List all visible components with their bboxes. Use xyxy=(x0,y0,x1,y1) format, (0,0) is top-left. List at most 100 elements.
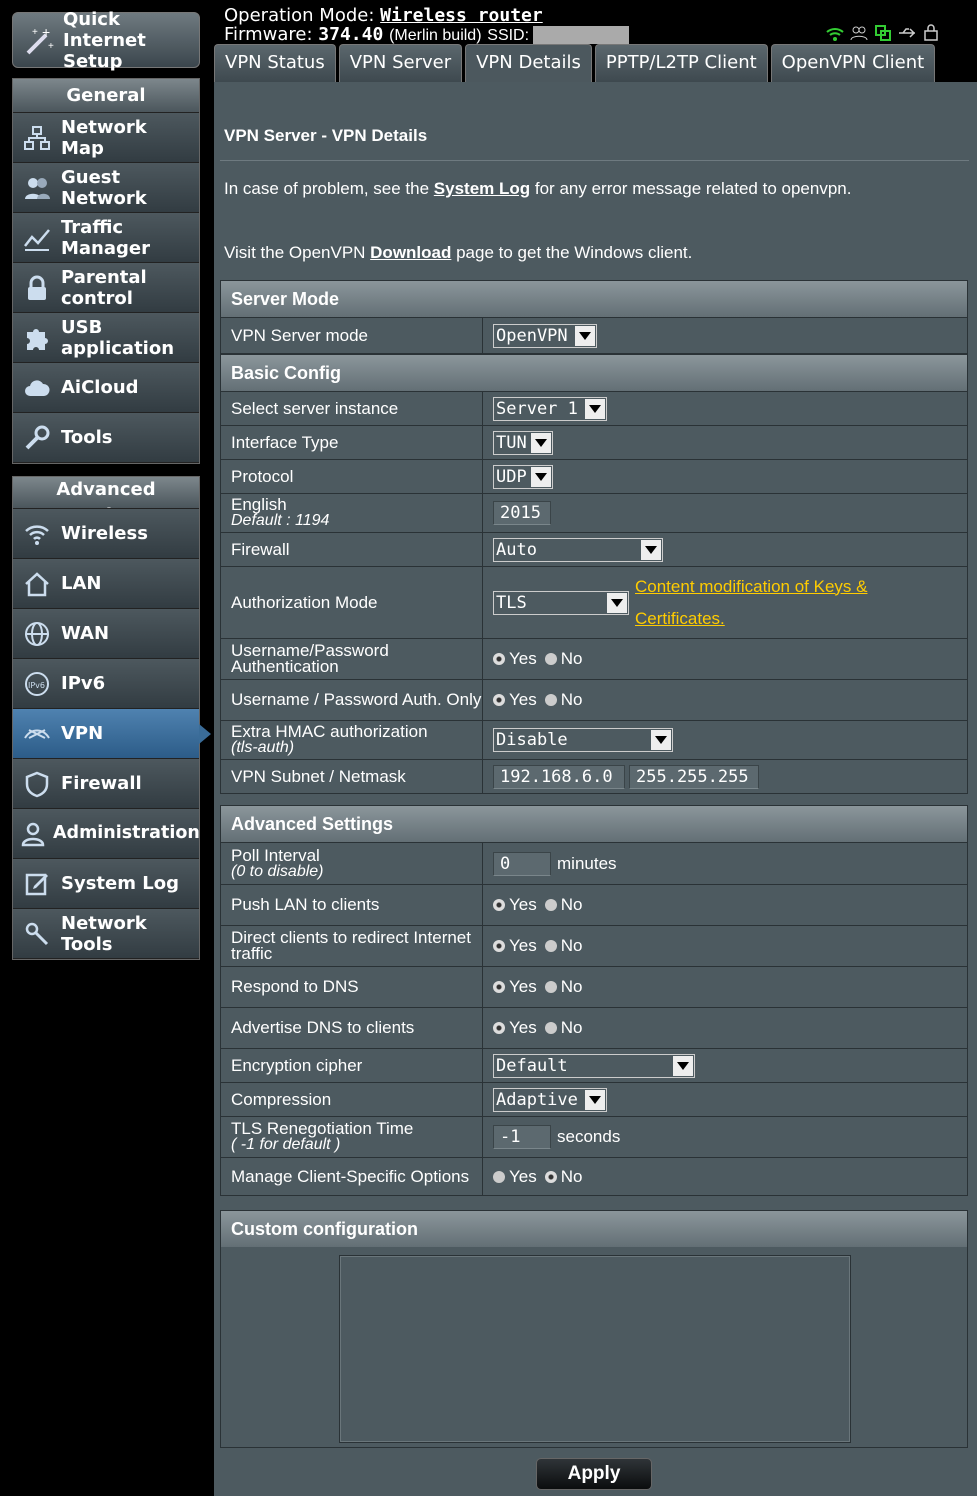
chevron-down-icon xyxy=(585,1089,605,1110)
nav-network-map[interactable]: Network Map xyxy=(13,113,199,163)
nav-vpn[interactable]: VPN xyxy=(13,709,211,759)
advertise-dns-no-radio[interactable]: No xyxy=(544,1018,582,1038)
compression-row: Compression Adaptive xyxy=(221,1082,967,1116)
nav-label: Traffic Manager xyxy=(61,216,150,259)
nav-parental-control[interactable]: Parental control xyxy=(13,263,199,313)
server-mode-section: Server Mode VPN Server mode OpenVPN xyxy=(220,280,968,354)
compression-select[interactable]: Adaptive xyxy=(493,1087,607,1112)
userpass-only-yes-radio[interactable]: Yes xyxy=(493,690,537,710)
userpass-yes-radio[interactable]: Yes xyxy=(493,649,537,669)
wifi-signal-icon[interactable] xyxy=(826,24,844,42)
connection-icon[interactable] xyxy=(874,24,892,42)
nav-system-log[interactable]: System Log xyxy=(13,859,199,909)
subnet-row: VPN Subnet / Netmask 192.168.6.0 255.255.… xyxy=(221,759,967,793)
custom-config-textarea[interactable] xyxy=(339,1255,851,1443)
nav-aicloud[interactable]: AiCloud xyxy=(13,363,199,413)
userpass-only-no-radio[interactable]: No xyxy=(544,690,583,710)
nav-wireless[interactable]: Wireless xyxy=(13,509,199,559)
radio-selected-icon xyxy=(493,694,505,706)
nav-label: Tools xyxy=(61,427,113,448)
field-label: Poll Interval xyxy=(231,845,320,865)
nav-label: USB application xyxy=(61,316,175,359)
status-icons xyxy=(826,24,940,42)
nav-usb-application[interactable]: USB application xyxy=(13,313,199,363)
nav-lan[interactable]: LAN xyxy=(13,559,199,609)
nav-ipv6[interactable]: IPv6 IPv6 xyxy=(13,659,199,709)
nav-traffic-manager[interactable]: Traffic Manager xyxy=(13,213,199,263)
svg-text:+: + xyxy=(48,41,54,52)
select-value: Default xyxy=(496,1055,568,1076)
authorization-mode-select[interactable]: TLS xyxy=(493,590,629,615)
nav-wan[interactable]: WAN xyxy=(13,609,199,659)
field-label-group: Poll Interval (0 to disable) xyxy=(221,843,483,884)
vpn-server-mode-select[interactable]: OpenVPN xyxy=(493,323,597,348)
respond-dns-no-radio[interactable]: No xyxy=(544,977,582,997)
field-label-group: TLS Renegotiation Time( -1 for default ) xyxy=(221,1117,483,1157)
system-log-link[interactable]: System Log xyxy=(434,179,530,198)
chevron-down-icon xyxy=(531,432,551,453)
field-label: English xyxy=(231,495,287,514)
build-note: (Merlin build) xyxy=(389,27,482,44)
svg-text:+: + xyxy=(32,27,38,38)
userpass-only-row: Username / Password Auth. Only Yes No xyxy=(221,679,967,720)
poll-interval-input[interactable]: 0 xyxy=(493,851,551,876)
firmware-version: 374.40 xyxy=(318,24,384,45)
interface-type-select[interactable]: TUN xyxy=(493,430,553,455)
netmask-input[interactable]: 255.255.255 xyxy=(629,764,759,789)
push-lan-row: Push LAN to clients Yes No xyxy=(221,884,967,925)
field-label: Compression xyxy=(221,1083,483,1116)
section-title: Custom configuration xyxy=(221,1211,967,1247)
push-lan-yes-radio[interactable]: Yes xyxy=(493,895,537,915)
advanced-menu: Advanced Settings Wireless LAN WAN IPv6 … xyxy=(12,476,211,960)
chevron-down-icon xyxy=(607,592,627,613)
advertise-dns-yes-radio[interactable]: Yes xyxy=(493,1018,537,1038)
nav-guest-network[interactable]: Guest Network xyxy=(13,163,199,213)
protocol-select[interactable]: UDP xyxy=(493,464,553,489)
field-hint: (0 to disable) xyxy=(231,862,324,880)
radio-label: No xyxy=(560,690,583,709)
quick-internet-setup-button[interactable]: + + + Quick Internet Setup xyxy=(12,9,200,72)
ccd-yes-radio[interactable]: Yes xyxy=(493,1167,537,1187)
download-link[interactable]: Download xyxy=(370,243,451,262)
nav-tools[interactable]: Tools xyxy=(13,413,199,463)
userpass-no-radio[interactable]: No xyxy=(544,649,582,669)
usb-icon[interactable] xyxy=(898,24,916,42)
nav-administration[interactable]: Administration xyxy=(13,809,200,859)
redirect-no-radio[interactable]: No xyxy=(544,936,582,956)
redirect-traffic-row: Direct clients to redirect Internet traf… xyxy=(221,925,967,966)
chevron-down-icon xyxy=(575,325,595,346)
clients-icon[interactable] xyxy=(850,24,868,42)
ccd-no-radio[interactable]: No xyxy=(544,1167,582,1187)
tab-vpn-server[interactable]: VPN Server xyxy=(338,44,463,82)
userpass-auth-row: Username/Password Authentication Yes No xyxy=(221,638,967,679)
tab-vpn-status[interactable]: VPN Status xyxy=(214,44,336,82)
field-label: VPN Subnet / Netmask xyxy=(221,760,483,793)
subnet-input[interactable]: 192.168.6.0 xyxy=(493,764,625,789)
nav-firewall[interactable]: Firewall xyxy=(13,759,199,809)
select-value: Disable xyxy=(496,730,568,750)
field-label: Encryption cipher xyxy=(221,1049,483,1082)
tab-openvpn-client[interactable]: OpenVPN Client xyxy=(770,44,936,82)
authorization-mode-row: Authorization Mode TLS Content modificati… xyxy=(221,566,967,638)
nav-network-tools[interactable]: Network Tools xyxy=(13,909,199,959)
encryption-cipher-select[interactable]: Default xyxy=(493,1053,695,1078)
field-label: Advertise DNS to clients xyxy=(221,1008,483,1048)
general-menu: General Network Map Guest Network Traffi… xyxy=(12,78,200,464)
firewall-select[interactable]: Auto xyxy=(493,537,663,562)
keys-certificates-link[interactable]: Content modification of Keys & Certifica… xyxy=(635,571,885,635)
port-input[interactable]: 2015 xyxy=(493,501,551,525)
client-specific-row: Manage Client-Specific Options Yes No xyxy=(221,1157,967,1195)
tls-renegotiation-input[interactable]: -1 xyxy=(493,1125,551,1149)
tab-vpn-details[interactable]: VPN Details xyxy=(465,44,592,82)
push-lan-no-radio[interactable]: No xyxy=(544,895,582,915)
tab-pptp-l2tp-client[interactable]: PPTP/L2TP Client xyxy=(594,44,768,82)
printer-lock-icon[interactable] xyxy=(922,24,940,42)
redirect-yes-radio[interactable]: Yes xyxy=(493,936,537,956)
radio-unselected-icon xyxy=(544,981,557,993)
field-label: Direct clients to redirect Internet traf… xyxy=(221,926,483,966)
respond-dns-yes-radio[interactable]: Yes xyxy=(493,977,537,997)
hmac-select[interactable]: Disable xyxy=(493,728,673,752)
server-instance-select[interactable]: Server 1 xyxy=(493,396,607,421)
apply-button[interactable]: Apply xyxy=(536,1458,652,1490)
vpn-tabs: VPN Status VPN Server VPN Details PPTP/L… xyxy=(214,44,936,82)
